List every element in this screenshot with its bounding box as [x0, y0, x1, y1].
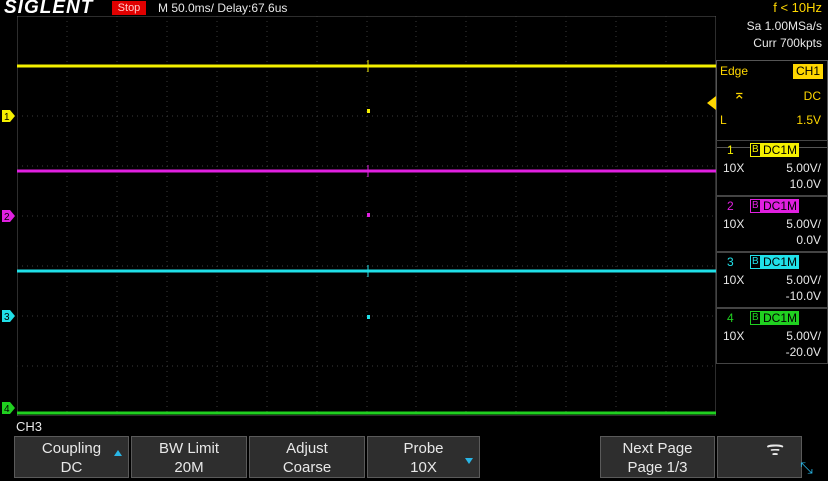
ch1-dot [367, 109, 370, 113]
menu-channel-label: CH3 [16, 419, 43, 434]
channel-number: 4 [727, 311, 734, 325]
probe-ratio: 10X [723, 329, 745, 343]
channel-coupling: DC1M [761, 143, 800, 157]
channel-offset: 0.0V [796, 233, 821, 247]
volts-per-div: 5.00V/ [786, 161, 821, 175]
wifi-icon: ᯤ [766, 438, 785, 460]
channel-offset: -20.0V [785, 345, 821, 359]
channel-coupling: DC1M [761, 311, 800, 325]
trigger-coupling: DC [803, 89, 821, 103]
adjust-softkey[interactable]: Adjust Coarse [249, 436, 365, 478]
timebase-readout[interactable]: M 50.0ms/ Delay:67.6us [158, 1, 287, 15]
softkey-value: DC [60, 459, 83, 476]
channel-number: 1 [727, 143, 734, 157]
frequency-counter: f < 10Hz [773, 0, 822, 15]
down-arrow-icon [465, 458, 473, 464]
svg-text:2: 2 [4, 212, 10, 223]
svg-text:3: 3 [4, 312, 10, 323]
trigger-panel[interactable]: Edge CH1 ⌅ DC L 1.5V [716, 60, 828, 148]
bw-limit-flag: B [750, 311, 761, 325]
expand-icon[interactable]: ⤡ [800, 460, 813, 478]
volts-per-div: 5.00V/ [786, 273, 821, 287]
softkey-title: Adjust [286, 440, 328, 457]
ch3-dot [367, 315, 370, 319]
blank-softkey[interactable] [717, 436, 802, 478]
sample-rate: Sa 1.00MSa/s [746, 19, 822, 33]
falling-edge-icon: ⌅ [733, 86, 746, 103]
trigger-level: 1.5V [796, 113, 821, 127]
status-bar: SIGLENT Stop M 50.0ms/ Delay:67.6us f < … [0, 0, 828, 18]
memory-depth: Curr 700kpts [753, 36, 822, 50]
softkey-value: Coarse [282, 459, 332, 476]
softkey-value: Page 1/3 [627, 459, 688, 476]
softkey-title: Coupling [41, 440, 102, 457]
softkey-title: Next Page [622, 440, 693, 457]
channel-3-info[interactable]: 3 B DC1M 10X 5.00V/ -10.0V [716, 252, 828, 308]
bw-limit-flag: B [750, 255, 761, 269]
waveform-display[interactable] [17, 16, 716, 416]
probe-ratio: 10X [723, 217, 745, 231]
ch2-ground-marker[interactable]: 2 [0, 208, 16, 224]
ch2-dot [367, 213, 370, 217]
ch4-ground-marker[interactable]: 4 [0, 400, 16, 416]
probe-softkey[interactable]: Probe 10X [367, 436, 480, 478]
volts-per-div: 5.00V/ [786, 217, 821, 231]
trigger-type: Edge [720, 64, 749, 78]
probe-ratio: 10X [723, 161, 745, 175]
softkey-value: 20M [174, 459, 204, 476]
channel-number: 2 [727, 199, 734, 213]
trigger-source: CH1 [792, 64, 823, 79]
softkey-title: Probe [403, 440, 444, 457]
channel-2-info[interactable]: 2 B DC1M 10X 5.00V/ 0.0V [716, 196, 828, 252]
info-panel: Sa 1.00MSa/s Curr 700kpts Edge CH1 ⌅ DC … [716, 16, 828, 434]
volts-per-div: 5.00V/ [786, 329, 821, 343]
ch3-ground-marker[interactable]: 3 [0, 308, 16, 324]
channel-coupling: DC1M [761, 255, 800, 269]
svg-text:1: 1 [4, 112, 10, 123]
bw-limit-softkey[interactable]: BW Limit 20M [131, 436, 247, 478]
softkey-value: 10X [410, 459, 437, 476]
channel-offset: -10.0V [785, 289, 821, 303]
run-stop-indicator[interactable]: Stop [112, 1, 146, 15]
svg-text:4: 4 [4, 404, 10, 415]
channel-offset: 10.0V [789, 177, 821, 191]
channel-1-info[interactable]: 1 B DC1M 10X 5.00V/ 10.0V [716, 140, 828, 196]
next-page-softkey[interactable]: Next Page Page 1/3 [600, 436, 715, 478]
channel-4-info[interactable]: 4 B DC1M 10X 5.00V/ -20.0V [716, 308, 828, 364]
softkey-title: BW Limit [159, 440, 219, 457]
channel-coupling: DC1M [761, 199, 800, 213]
bw-limit-flag: B [750, 199, 761, 213]
ch1-ground-marker[interactable]: 1 [0, 108, 16, 124]
probe-ratio: 10X [723, 273, 745, 287]
up-arrow-icon [114, 450, 122, 456]
trigger-level-label: L [720, 113, 727, 127]
bw-limit-flag: B [750, 143, 761, 157]
channel-number: 3 [727, 255, 734, 269]
coupling-softkey[interactable]: Coupling DC [14, 436, 129, 478]
